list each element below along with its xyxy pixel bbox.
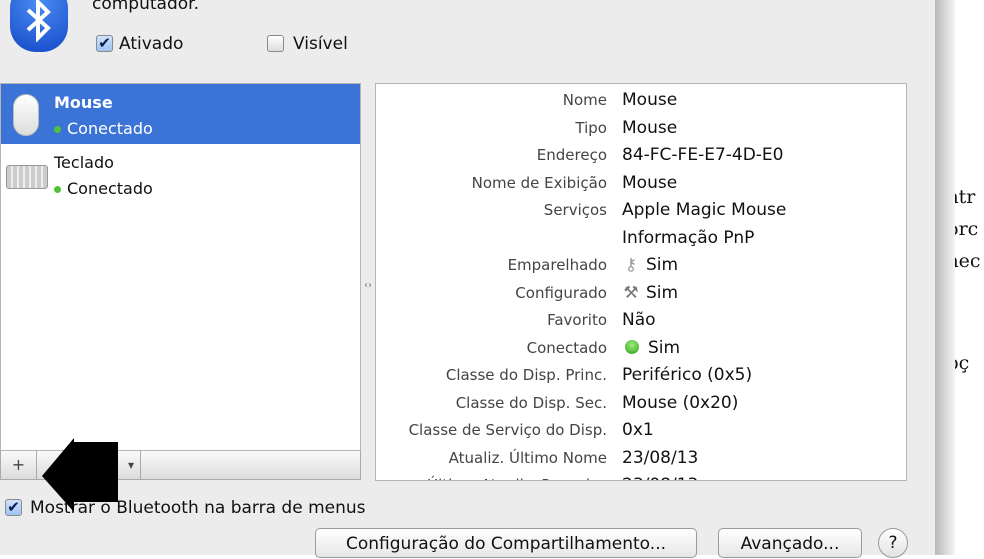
splitter-handle[interactable]: ‹› [364, 280, 372, 291]
property-key: Classe do Disp. Sec. [455, 393, 607, 412]
property-row: Informação PnP [376, 225, 906, 252]
device-status: Conectado [54, 179, 153, 198]
property-value-text: Mouse (0x20) [622, 392, 739, 413]
sharing-setup-button[interactable]: Configuração do Compartilhamento... [315, 528, 697, 558]
property-value-text: Sim [648, 337, 681, 358]
bluetooth-icon [10, 0, 68, 52]
arrow-annotation-icon [42, 438, 118, 512]
property-key: Emparelhado [507, 256, 607, 274]
green-dot-icon [625, 339, 639, 354]
property-value: Apple Magic Mouse [622, 200, 786, 220]
enabled-checkbox[interactable]: ✔ [96, 35, 113, 52]
property-key: Favorito [547, 311, 607, 329]
property-value-text: Sim [646, 255, 679, 275]
property-value: Mouse [622, 90, 677, 110]
doc-text: ontr [955, 186, 976, 208]
property-value: 0x1 [622, 420, 654, 440]
property-key: Tipo [575, 118, 607, 137]
property-row: Favorito Não [376, 307, 906, 334]
property-value: 23/08/13 [622, 448, 698, 468]
device-item-keyboard[interactable]: Teclado Conectado [1, 144, 360, 204]
property-value-text: 84-FC-FE-E7-4D-E0 [622, 145, 784, 165]
help-button[interactable]: ? [878, 528, 908, 558]
enabled-label: Ativado [119, 34, 184, 54]
property-key: Endereço [536, 146, 607, 164]
property-row: Tipo Mouse [376, 115, 906, 142]
property-value: 84-FC-FE-E7-4D-E0 [622, 145, 784, 165]
doc-text: opç [955, 352, 970, 374]
device-status-text: Conectado [67, 179, 153, 198]
property-key: Configurado [515, 283, 607, 302]
property-value: Sim [622, 338, 680, 358]
property-key: Classe de Serviço do Disp. [408, 421, 607, 439]
property-value: Não [622, 310, 656, 330]
property-value-text: 23/08/13 [622, 447, 699, 468]
property-value: Mouse (0x20) [622, 393, 738, 413]
add-device-button[interactable]: + [1, 451, 37, 479]
device-status: Conectado [54, 119, 153, 138]
mouse-icon [13, 94, 39, 136]
device-list: Mouse Conectado Teclado Conectado [0, 83, 361, 451]
property-value: Periférico (0x5) [622, 365, 752, 385]
property-value: Mouse [622, 118, 677, 138]
property-key: Nome [562, 91, 607, 109]
show-in-menu-bar-checkbox[interactable]: ✔ [5, 499, 22, 516]
property-value-text: Mouse [622, 90, 678, 110]
property-row: Configurado ⚒ Sim [376, 280, 906, 307]
property-key: Nome de Exibição [471, 173, 607, 192]
property-value-text: Sim [646, 282, 679, 303]
property-value-text: Mouse [622, 172, 678, 193]
property-row: Atualiz. Último Nome 23/08/13 [376, 445, 906, 472]
device-properties-panel: Nome Mouse Tipo Mouse Endereço 84-FC-FE-E7-4D… [375, 83, 907, 481]
property-key: Última Atualiz. Pesquisa [427, 476, 607, 480]
doc-text: porc [955, 218, 979, 240]
property-key: Atualiz. Último Nome [448, 448, 607, 467]
property-row: Classe de Serviço do Disp. 0x1 [376, 417, 906, 444]
device-status-text: Conectado [67, 119, 153, 138]
property-key: Serviços [543, 201, 607, 219]
device-name: Mouse [54, 93, 113, 112]
device-name: Teclado [54, 153, 114, 172]
visible-label: Visível [293, 34, 348, 54]
property-value: 23/08/13 [622, 475, 698, 480]
property-value-text: 0x1 [622, 420, 654, 440]
status-dot-icon [54, 186, 61, 193]
property-key: Classe do Disp. Princ. [445, 366, 607, 384]
property-value-text: Informação PnP [622, 227, 755, 248]
device-item-mouse[interactable]: Mouse Conectado [1, 84, 360, 144]
property-row: Classe do Disp. Princ. Periférico (0x5) [376, 362, 906, 389]
property-value: ⚒ Sim [622, 283, 678, 303]
property-value-text: Apple Magic Mouse [622, 200, 787, 220]
key-icon: ⚷ [624, 255, 638, 275]
background-document: ontr porc onec opç [955, 0, 984, 555]
keyboard-icon [6, 165, 48, 189]
property-value-text: Periférico (0x5) [622, 365, 753, 385]
visible-checkbox[interactable] [267, 35, 284, 52]
property-value: ⚷ Sim [622, 255, 678, 275]
property-row: Nome Mouse [376, 87, 906, 114]
advanced-button[interactable]: Avançado... [718, 528, 862, 558]
intro-text: computador. [92, 0, 199, 14]
property-row: Conectado Sim [376, 335, 906, 362]
tools-icon: ⚒ [623, 282, 639, 303]
property-row: Emparelhado ⚷ Sim [376, 252, 906, 279]
property-row: Classe do Disp. Sec. Mouse (0x20) [376, 390, 906, 417]
property-row: Nome de Exibição Mouse [376, 170, 906, 197]
property-value: Mouse [622, 173, 677, 193]
property-value: Informação PnP [622, 228, 754, 248]
property-key: Conectado [526, 338, 607, 357]
property-row: Endereço 84-FC-FE-E7-4D-E0 [376, 142, 906, 169]
property-value-text: Não [622, 310, 656, 330]
bluetooth-preferences-window: computador. ✔ Ativado Visível Mouse Cone… [0, 0, 935, 558]
doc-text: onec [955, 250, 981, 272]
property-row: Última Atualiz. Pesquisa 23/08/13 [376, 472, 906, 480]
window-shadow [935, 0, 955, 555]
status-dot-icon [54, 126, 61, 133]
property-value-text: Mouse [622, 117, 678, 138]
property-row: Serviços Apple Magic Mouse [376, 197, 906, 224]
property-value-text: 23/08/13 [622, 475, 698, 480]
